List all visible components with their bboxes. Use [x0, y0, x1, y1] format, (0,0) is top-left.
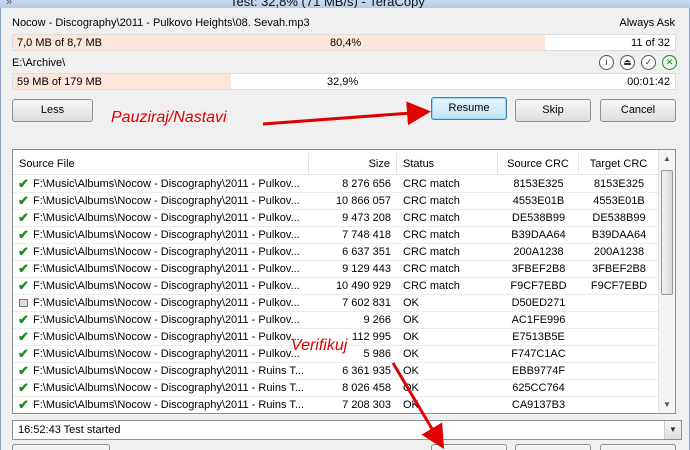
arrow-to-verify: [391, 362, 445, 450]
title-bar[interactable]: » Test: 32,8% (71 MB/s) - TeraCopy: [0, 0, 690, 8]
window-title: Test: 32,8% (71 MB/s) - TeraCopy: [230, 0, 425, 8]
teracopy-window: Nocow - Discography\2011 - Pulkovo Heigh…: [0, 8, 690, 450]
annotation-pause-resume: Pauziraj/Nastavi: [111, 109, 227, 126]
annotation-verify: Verifikuj: [291, 337, 348, 354]
window-menu-icon[interactable]: »: [6, 0, 12, 8]
arrow-to-resume: [262, 101, 431, 126]
annotation-arrows: [262, 101, 445, 450]
